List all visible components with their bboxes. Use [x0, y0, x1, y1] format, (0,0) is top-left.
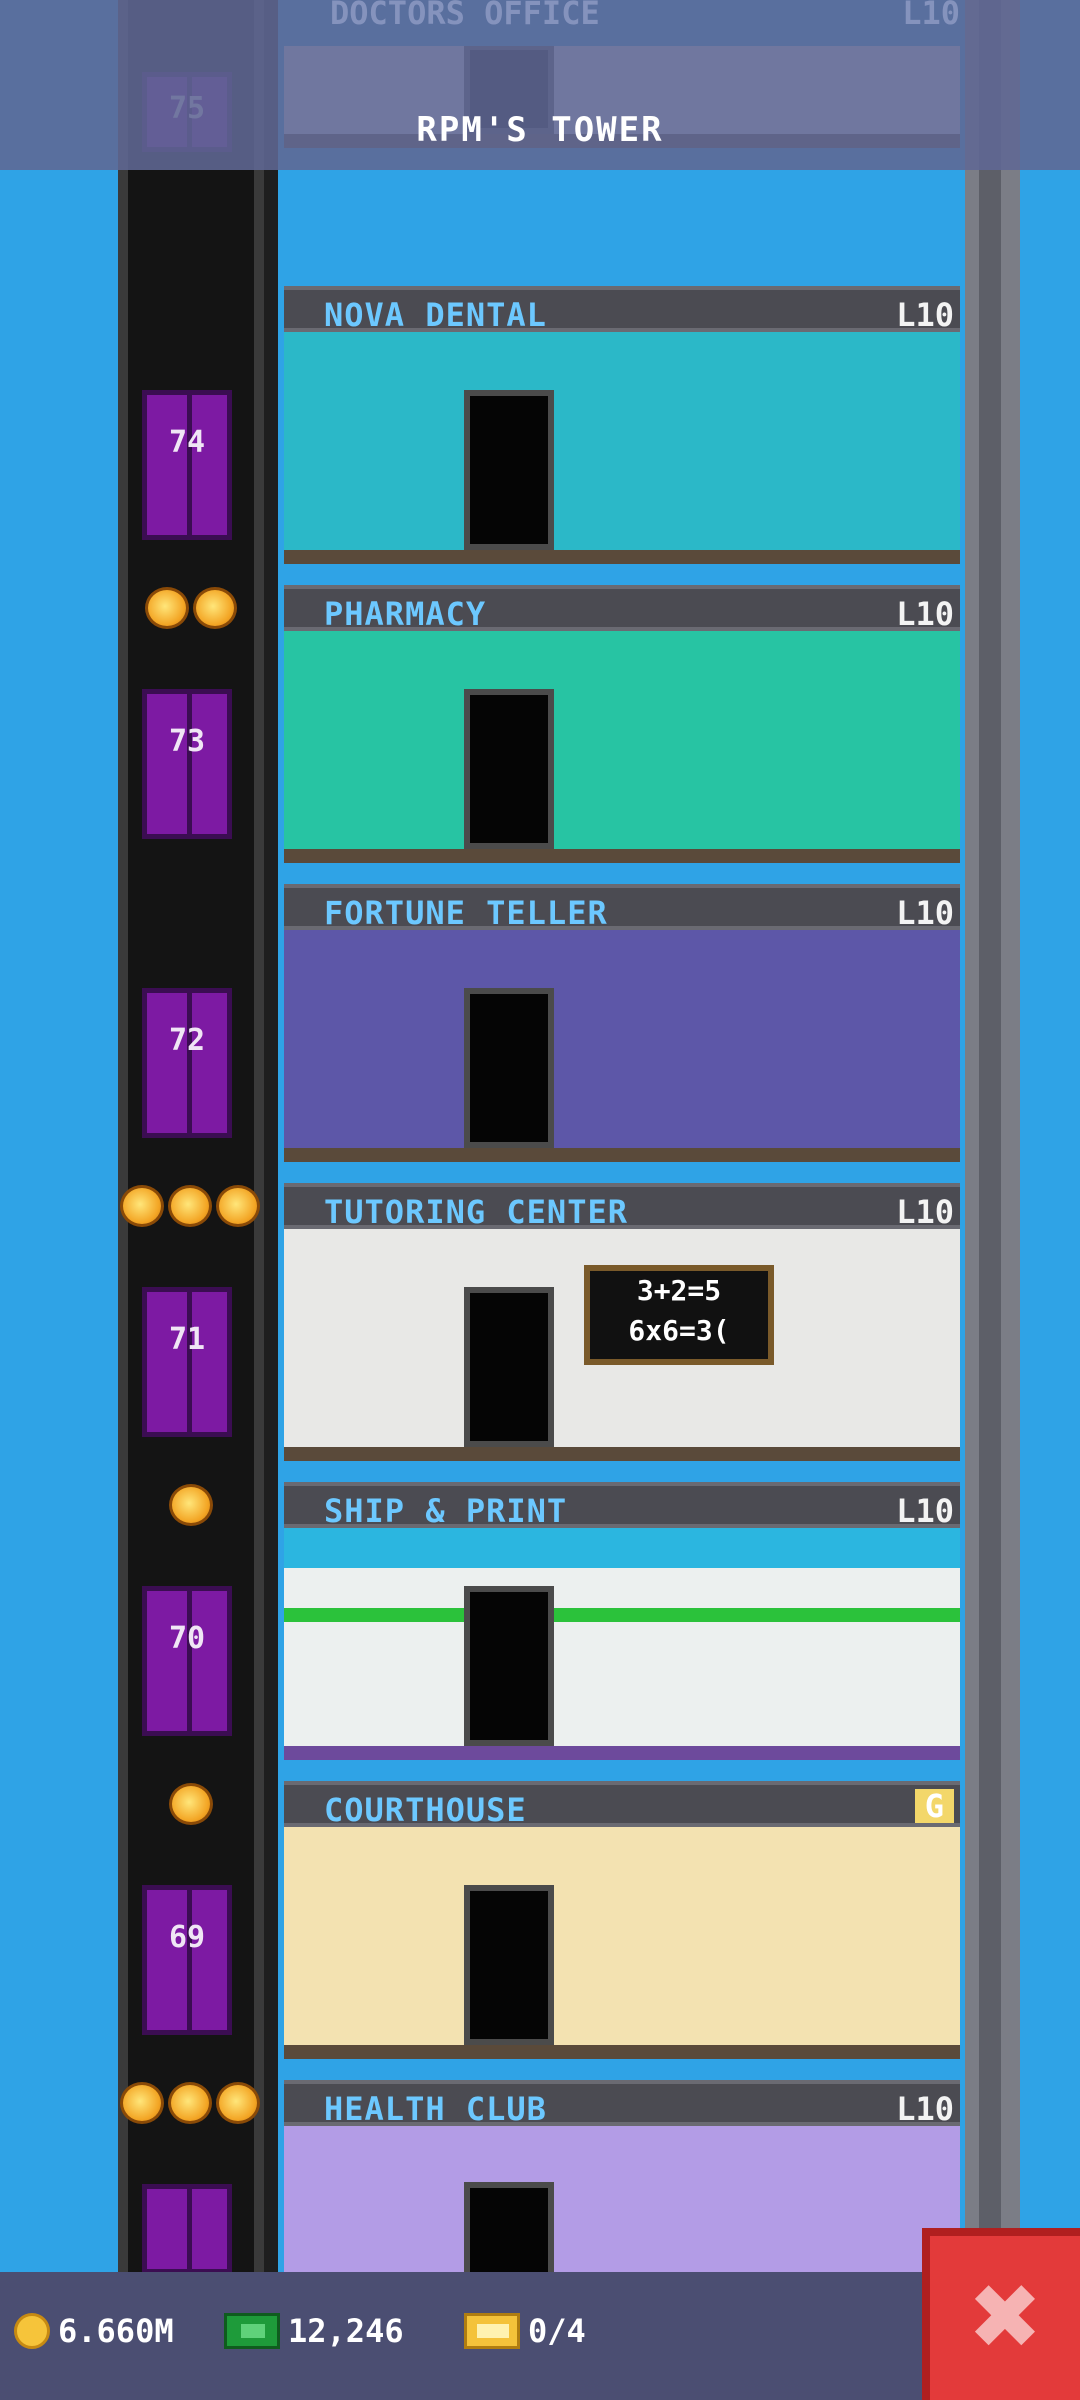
elevator-car[interactable]: 70	[142, 1586, 232, 1736]
floor-name: FORTUNE TELLER	[324, 894, 608, 932]
star-icon	[168, 2082, 212, 2124]
floor-name: PHARMACY	[324, 595, 487, 633]
floor-pharmacy[interactable]: PHARMACY L10 73	[90, 585, 1020, 884]
room-door	[464, 1586, 554, 1746]
bux-counter: 12,246	[224, 2312, 404, 2350]
floor-level: L10	[896, 296, 954, 334]
room-door	[464, 2182, 554, 2272]
floor-name: TUTORING CENTER	[324, 1193, 628, 1231]
close-button[interactable]: ✖	[922, 2228, 1080, 2400]
elevator-floor-number: 71	[168, 1322, 206, 1357]
floor-level: L10	[896, 1193, 954, 1231]
elevator-car[interactable]: 71	[142, 1287, 232, 1437]
elevator-floor-number: 74	[168, 425, 206, 460]
room-door	[464, 1287, 554, 1447]
floor-level: L10	[896, 595, 954, 633]
star-rating	[90, 1183, 290, 1229]
room-ship-print[interactable]	[284, 1528, 960, 1760]
star-rating	[90, 2080, 290, 2126]
floor-level: L10	[896, 2090, 954, 2128]
floor-courthouse[interactable]: COURTHOUSE G 69	[90, 1781, 1020, 2080]
star-rating	[118, 585, 264, 631]
coin-icon	[14, 2313, 50, 2349]
star-rating	[118, 1482, 264, 1528]
floor-level: L10	[896, 1492, 954, 1530]
floor-level-gold-badge: G	[914, 1789, 954, 1823]
floor-name: COURTHOUSE	[324, 1791, 527, 1829]
floor-name: SHIP & PRINT	[324, 1492, 568, 1530]
star-icon	[120, 1185, 164, 1227]
floor-level: L10	[896, 894, 954, 932]
chalkboard: 3+2=5 6x6=3(	[584, 1265, 774, 1365]
tower-title: RPM'S TOWER	[416, 110, 664, 150]
elevator-floor-number: 72	[168, 1023, 206, 1058]
room-door	[464, 988, 554, 1148]
room-nova-dental[interactable]	[284, 332, 960, 564]
elevator-floor-number: 69	[168, 1920, 206, 1955]
tower-header: DOCTORS OFFICE L10 RPM'S TOWER	[0, 0, 1080, 170]
top-floor-level: L10	[902, 0, 960, 32]
tickets-counter: 0/4	[464, 2312, 586, 2350]
room-pharmacy[interactable]	[284, 631, 960, 863]
floor-label-band: COURTHOUSE G	[284, 1781, 960, 1829]
elevator-car[interactable]	[142, 2184, 232, 2274]
bux-icon	[224, 2313, 280, 2349]
floor-ship-print[interactable]: SHIP & PRINT L10 70	[90, 1482, 1020, 1781]
chalkboard-line: 3+2=5	[636, 1274, 722, 1307]
status-bar: 6.660M 12,246 0/4	[0, 2272, 1080, 2400]
star-icon	[145, 587, 189, 629]
room-door	[464, 390, 554, 550]
elevator-floor-number: 73	[168, 724, 206, 759]
star-icon	[216, 2082, 260, 2124]
floor-label-band: TUTORING CENTER L10	[284, 1183, 960, 1231]
star-icon	[193, 587, 237, 629]
room-courthouse[interactable]	[284, 1827, 960, 2059]
top-floor-name: DOCTORS OFFICE	[330, 0, 600, 32]
floor-name: HEALTH CLUB	[324, 2090, 547, 2128]
room-health-club[interactable]	[284, 2126, 960, 2272]
star-icon	[168, 1185, 212, 1227]
elevator-car[interactable]: 73	[142, 689, 232, 839]
star-icon	[216, 1185, 260, 1227]
tickets-value: 0/4	[528, 2312, 586, 2350]
close-icon: ✖	[967, 2265, 1043, 2370]
chalkboard-line: 6x6=3(	[628, 1314, 730, 1347]
floor-label-band: PHARMACY L10	[284, 585, 960, 633]
room-tutoring-center[interactable]: 3+2=5 6x6=3(	[284, 1229, 960, 1461]
floor-fortune-teller[interactable]: FORTUNE TELLER L10 72	[90, 884, 1020, 1183]
ticket-icon	[464, 2313, 520, 2349]
floor-label-band: HEALTH CLUB L10	[284, 2080, 960, 2128]
floor-tutoring-center[interactable]: TUTORING CENTER L10 3+2=5 6x6=3( 71	[90, 1183, 1020, 1482]
elevator-floor-number: 70	[168, 1621, 206, 1656]
star-icon	[169, 1783, 213, 1825]
bux-value: 12,246	[288, 2312, 404, 2350]
room-door	[464, 689, 554, 849]
coins-counter: 6.660M	[14, 2312, 174, 2350]
floor-label-band: SHIP & PRINT L10	[284, 1482, 960, 1530]
elevator-car[interactable]: 69	[142, 1885, 232, 2035]
room-door	[464, 1885, 554, 2045]
elevator-car[interactable]: 74	[142, 390, 232, 540]
floor-label-band: FORTUNE TELLER L10	[284, 884, 960, 932]
star-icon	[120, 2082, 164, 2124]
floor-label-band: NOVA DENTAL L10	[284, 286, 960, 334]
coins-value: 6.660M	[58, 2312, 174, 2350]
star-rating	[118, 1781, 264, 1827]
tower-view[interactable]: 75 NOVA DENTAL L10 74 PHARMACY L10	[90, 0, 1020, 2400]
star-icon	[169, 1484, 213, 1526]
room-fortune-teller[interactable]	[284, 930, 960, 1162]
floor-nova-dental[interactable]: NOVA DENTAL L10 74	[90, 286, 1020, 585]
elevator-car[interactable]: 72	[142, 988, 232, 1138]
floor-name: NOVA DENTAL	[324, 296, 547, 334]
